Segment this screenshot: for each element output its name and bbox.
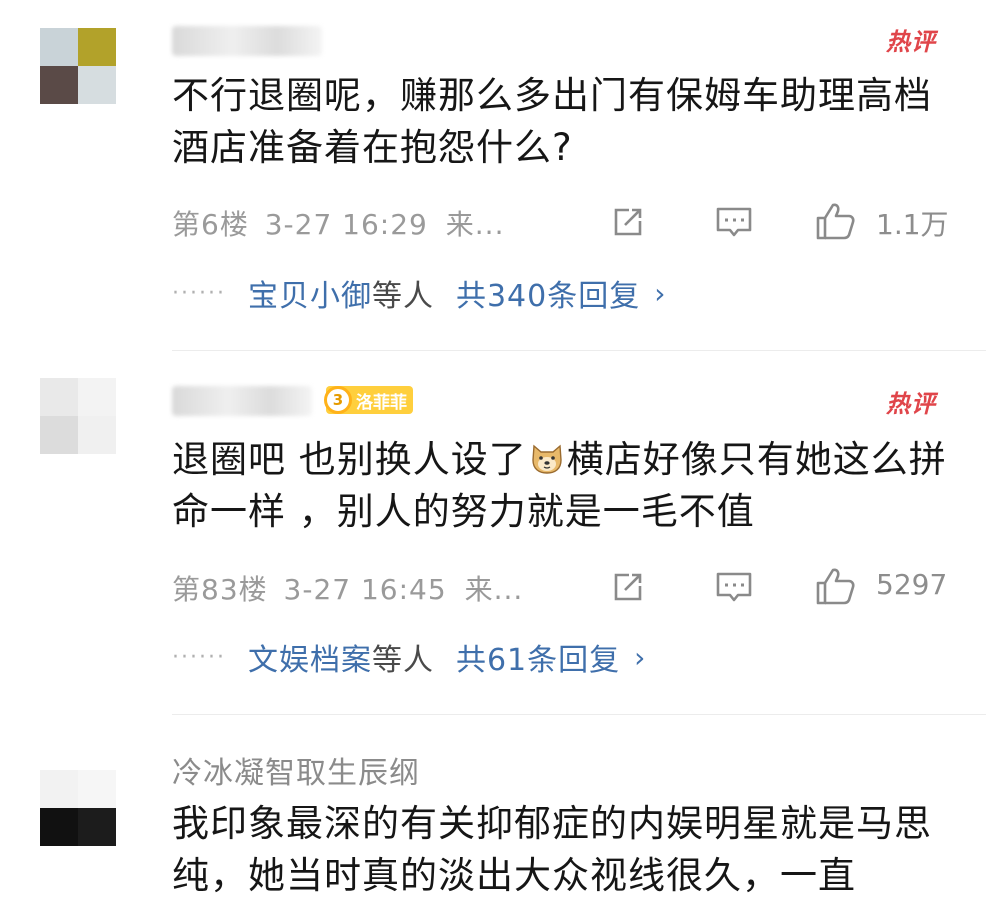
floor-number: 第83楼 — [172, 573, 268, 606]
source[interactable]: 来... — [465, 573, 524, 606]
reply-names-suffix: 等人 — [371, 279, 434, 314]
comment-icon — [716, 207, 752, 237]
avatar-cell — [78, 416, 116, 454]
username-blurred[interactable] — [172, 26, 322, 56]
avatar[interactable] — [40, 28, 116, 104]
chevron-right-icon: › — [634, 640, 647, 674]
like-button[interactable] — [810, 196, 860, 246]
thumbs-up-icon — [816, 203, 855, 240]
replies-summary[interactable]: ······ 宝贝小御 等人 共340条回复 › — [172, 268, 666, 318]
avatar-cell — [40, 808, 78, 846]
ellipsis-dots: ······ — [172, 280, 226, 306]
reply-count[interactable]: 共61条回复 — [456, 635, 620, 679]
comment-meta: 第6楼 3-27 16:29 来... — [172, 203, 504, 243]
reply-names-suffix: 等人 — [371, 643, 434, 678]
avatar-cell — [78, 66, 116, 104]
timestamp: 3-27 16:29 — [264, 208, 428, 241]
fan-level-badge[interactable]: 3 洛菲菲 — [324, 386, 413, 414]
reply-count[interactable]: 共340条回复 — [456, 271, 640, 315]
share-icon — [614, 208, 642, 236]
comment-icon — [716, 572, 752, 602]
ellipsis-dots: ······ — [172, 644, 226, 670]
avatar-cell — [40, 66, 78, 104]
like-count: 1.1万 — [876, 208, 949, 241]
avatar-cell — [78, 28, 116, 66]
comment-text: 不行退圈呢，赚那么多出门有保姆车助理高档酒店准备着在抱怨什么? — [172, 74, 932, 169]
avatar-cell — [40, 28, 78, 66]
floor-number: 第6楼 — [172, 208, 249, 241]
chevron-right-icon: › — [654, 276, 667, 310]
source[interactable]: 来... — [446, 208, 505, 241]
avatar-cell — [78, 378, 116, 416]
hot-comment-badge: 热评 — [886, 28, 936, 56]
hot-comment-badge: 热评 — [886, 390, 936, 418]
avatar-cell — [78, 770, 116, 808]
avatar-cell — [78, 808, 116, 846]
comment-button[interactable] — [710, 200, 758, 244]
timestamp: 3-27 16:45 — [283, 573, 447, 606]
comment-text: 退圈吧 也别换人设了 横店好像只有她这么拼命一样 ，别人的努力就是一毛不值 — [172, 434, 962, 538]
fan-level-number: 3 — [324, 386, 352, 414]
share-button[interactable] — [606, 565, 650, 609]
divider — [172, 350, 986, 351]
username-blurred[interactable] — [172, 386, 312, 416]
comment-text-part: 退圈吧 也别换人设了 — [172, 438, 527, 481]
comment-meta: 第83楼 3-27 16:45 来... — [172, 568, 523, 608]
reply-names[interactable]: 宝贝小御 — [248, 271, 372, 315]
comment-text: 我印象最深的有关抑郁症的内娱明星就是马思纯，她当时真的淡出大众视线很久，一直 — [172, 802, 932, 897]
like-count: 5297 — [876, 568, 948, 601]
divider — [172, 714, 986, 715]
avatar-cell — [40, 378, 78, 416]
fan-badge-label: 洛菲菲 — [356, 392, 407, 413]
avatar-cell — [40, 416, 78, 454]
replies-summary[interactable]: ······ 文娱档案 等人 共61条回复 › — [172, 632, 646, 682]
like-button[interactable] — [810, 561, 860, 611]
username[interactable]: 冷冰凝智取生辰纲 — [172, 748, 420, 792]
share-button[interactable] — [606, 200, 650, 244]
avatar-cell — [40, 770, 78, 808]
doge-emoji-icon — [532, 444, 562, 474]
avatar[interactable] — [40, 770, 116, 846]
avatar[interactable] — [40, 378, 116, 454]
comment-button[interactable] — [710, 565, 758, 609]
thumbs-up-icon — [816, 568, 855, 605]
share-icon — [614, 573, 642, 601]
reply-names[interactable]: 文娱档案 — [248, 635, 372, 679]
